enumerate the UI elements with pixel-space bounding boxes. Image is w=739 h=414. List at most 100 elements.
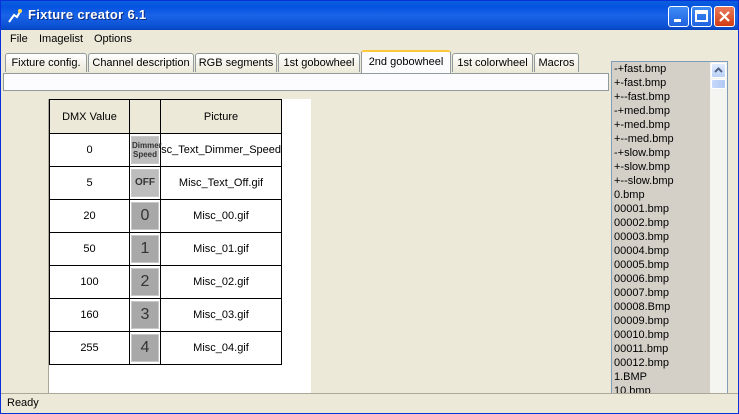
imagelist-item[interactable]: +-med.bmp (614, 118, 709, 132)
gobo-table: DMX Value Picture 0 Dimmer Speed Misc_Te… (49, 99, 282, 365)
status-bar: Ready (1, 393, 738, 413)
gobo-thumbnail: Dimmer Speed (131, 136, 162, 164)
picture-filename: Misc_Text_Off.gif (178, 177, 264, 189)
maximize-button[interactable] (691, 6, 712, 27)
minimize-button[interactable] (668, 6, 689, 27)
dmx-value-cell[interactable]: 20 (49, 199, 130, 233)
thumbnail-cell[interactable]: OFF (129, 166, 161, 200)
table-row[interactable]: 20 0 Misc_00.gif (49, 199, 282, 233)
dmx-value-cell[interactable]: 0 (49, 133, 130, 167)
imagelist-item[interactable]: 00011.bmp (614, 342, 709, 356)
chevron-up-icon (714, 67, 723, 73)
table-row[interactable]: 255 4 Misc_04.gif (49, 331, 282, 365)
header-thumbnail[interactable] (129, 99, 161, 134)
app-window: Fixture creator 6.1 File Imagelist Optio… (0, 0, 739, 414)
imagelist-listbox[interactable]: -+fast.bmp +-fast.bmp +--fast.bmp -+med.bmp… (611, 61, 728, 411)
imagelist-item[interactable]: 00002.bmp (614, 216, 709, 230)
picture-filename: Misc_01.gif (193, 243, 249, 255)
menu-imagelist[interactable]: Imagelist (39, 33, 83, 45)
gobo-grid[interactable]: DMX Value Picture 0 Dimmer Speed Misc_Te… (48, 99, 311, 399)
picture-cell[interactable]: Misc_Text_Off.gif (160, 166, 282, 200)
window-title: Fixture creator 6.1 (28, 7, 147, 22)
imagelist-item[interactable]: -+med.bmp (614, 104, 709, 118)
menu-options[interactable]: Options (94, 33, 132, 45)
imagelist-item[interactable]: -+fast.bmp (614, 62, 709, 76)
table-row[interactable]: 160 3 Misc_03.gif (49, 298, 282, 332)
app-icon (8, 9, 22, 23)
tab-rgb-segments[interactable]: RGB segments (195, 53, 277, 72)
dmx-value-cell[interactable]: 160 (49, 298, 130, 332)
tab-1st-colorwheel[interactable]: 1st colorwheel (452, 53, 533, 72)
imagelist-item[interactable]: 00008.Bmp (614, 300, 709, 314)
tab-fixture-config[interactable]: Fixture config. (5, 53, 87, 72)
table-row[interactable]: 100 2 Misc_02.gif (49, 265, 282, 299)
menu-bar: File Imagelist Options (1, 30, 738, 49)
menu-file[interactable]: File (10, 33, 28, 45)
thumbnail-cell[interactable]: 0 (129, 199, 161, 233)
tab-2nd-gobowheel[interactable]: 2nd gobowheel (361, 50, 451, 73)
table-row[interactable]: 5 OFF Misc_Text_Off.gif (49, 166, 282, 200)
table-row[interactable]: 50 1 Misc_01.gif (49, 232, 282, 266)
picture-cell[interactable]: Misc_00.gif (160, 199, 282, 233)
imagelist-item[interactable]: 00010.bmp (614, 328, 709, 342)
imagelist-item[interactable]: +--fast.bmp (614, 90, 709, 104)
thumbnail-cell[interactable]: 2 (129, 265, 161, 299)
imagelist-item[interactable]: 00006.bmp (614, 272, 709, 286)
tab-macros[interactable]: Macros (534, 53, 579, 72)
thumbnail-cell[interactable]: 4 (129, 331, 161, 365)
dmx-value-cell[interactable]: 100 (49, 265, 130, 299)
thumbnail-cell[interactable]: Dimmer Speed (129, 133, 162, 167)
imagelist-items: -+fast.bmp +-fast.bmp +--fast.bmp -+med.bmp… (614, 62, 709, 412)
imagelist-item[interactable]: 00003.bmp (614, 230, 709, 244)
scroll-thumb[interactable] (711, 79, 726, 89)
gobo-thumbnail: 0 (131, 202, 159, 230)
thumbnail-cell[interactable]: 3 (129, 298, 161, 332)
vertical-scrollbar[interactable] (710, 62, 727, 410)
status-text: Ready (7, 397, 39, 409)
tab-panel (3, 73, 609, 91)
picture-filename: Misc_02.gif (193, 276, 249, 288)
imagelist-item[interactable]: 00005.bmp (614, 258, 709, 272)
imagelist-item[interactable]: 00007.bmp (614, 286, 709, 300)
picture-cell[interactable]: Misc_02.gif (160, 265, 282, 299)
imagelist-item[interactable]: +-slow.bmp (614, 160, 709, 174)
table-row[interactable]: 0 Dimmer Speed Misc_Text_Dimmer_Speed (49, 133, 282, 167)
dmx-value-cell[interactable]: 5 (49, 166, 130, 200)
close-button[interactable] (714, 6, 735, 27)
header-dmx-value[interactable]: DMX Value (49, 99, 130, 134)
picture-cell[interactable]: Misc_04.gif (160, 331, 282, 365)
tab-strip: Fixture config. Channel description RGB … (1, 50, 609, 74)
imagelist-item[interactable]: 00004.bmp (614, 244, 709, 258)
gobo-thumbnail: 1 (131, 235, 159, 263)
content-area: DMX Value Picture 0 Dimmer Speed Misc_Te… (3, 91, 609, 399)
picture-cell[interactable]: Misc_01.gif (160, 232, 282, 266)
imagelist-item[interactable]: +--slow.bmp (614, 174, 709, 188)
thumbnail-cell[interactable]: 1 (129, 232, 161, 266)
table-header-row: DMX Value Picture (49, 99, 282, 134)
gobo-thumbnail: OFF (131, 169, 159, 197)
picture-filename: Misc_00.gif (193, 210, 249, 222)
picture-filename: Misc_Text_Dimmer_Speed (161, 144, 281, 156)
imagelist-item[interactable]: +-fast.bmp (614, 76, 709, 90)
header-picture[interactable]: Picture (160, 99, 282, 134)
dmx-value-cell[interactable]: 255 (49, 331, 130, 365)
tab-1st-gobowheel[interactable]: 1st gobowheel (278, 53, 360, 72)
tab-channel-description[interactable]: Channel description (88, 53, 194, 72)
imagelist-item[interactable]: 00001.bmp (614, 202, 709, 216)
imagelist-item[interactable]: 00012.bmp (614, 356, 709, 370)
imagelist-item[interactable]: 0.bmp (614, 188, 709, 202)
picture-filename: Misc_03.gif (193, 309, 249, 321)
imagelist-item[interactable]: 00009.bmp (614, 314, 709, 328)
imagelist-item[interactable]: -+slow.bmp (614, 146, 709, 160)
picture-filename: Misc_04.gif (193, 342, 249, 354)
scroll-up-button[interactable] (711, 63, 726, 78)
picture-cell[interactable]: Misc_03.gif (160, 298, 282, 332)
imagelist-item[interactable]: +--med.bmp (614, 132, 709, 146)
gobo-thumbnail: 4 (131, 334, 159, 362)
gobo-thumbnail: 2 (131, 268, 159, 296)
imagelist-item[interactable]: 1.BMP (614, 370, 709, 384)
title-bar[interactable]: Fixture creator 6.1 (1, 1, 738, 30)
picture-cell[interactable]: Misc_Text_Dimmer_Speed (160, 133, 282, 167)
dmx-value-cell[interactable]: 50 (49, 232, 130, 266)
gobo-thumbnail: 3 (131, 301, 159, 329)
